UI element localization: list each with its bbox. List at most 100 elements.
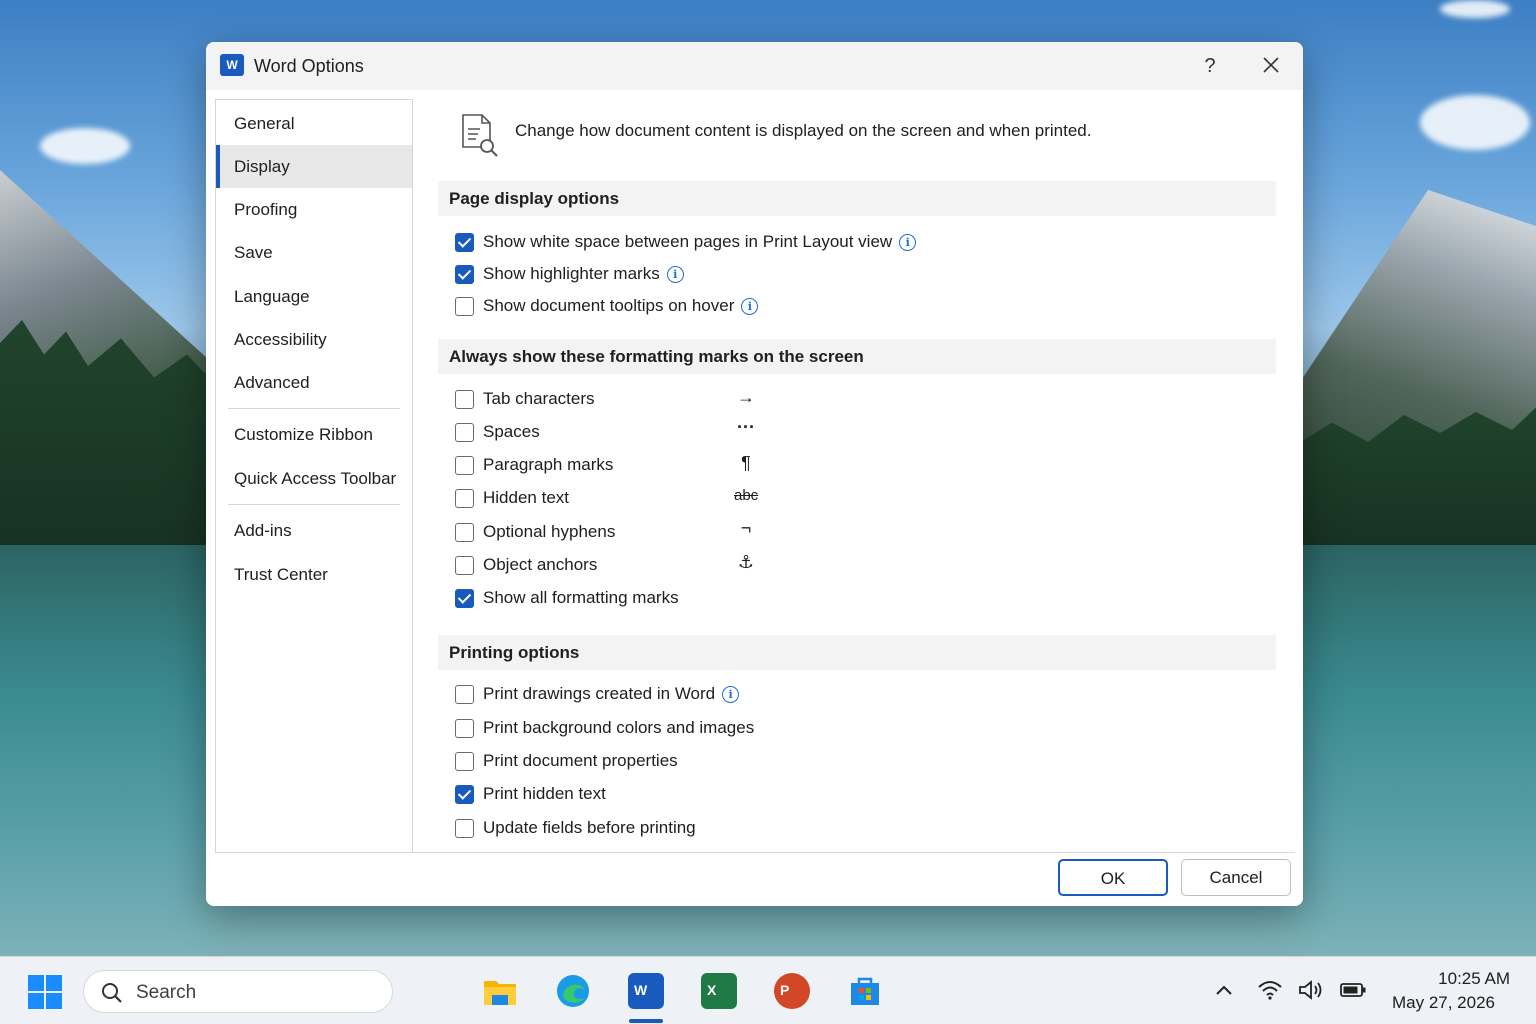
option-paragraph-marks[interactable]: Paragraph marks [455, 453, 613, 477]
store-taskbar-icon[interactable] [847, 973, 883, 1009]
pilcrow-icon: ¶ [741, 453, 751, 473]
close-button[interactable] [1256, 50, 1286, 80]
anchor-icon: ⚓ [737, 552, 755, 572]
checkbox[interactable] [455, 455, 474, 475]
option-label: Tab characters [483, 389, 595, 408]
windows-start-icon[interactable] [28, 975, 62, 1009]
nav-item-add-ins[interactable]: Add-ins [216, 509, 412, 552]
section-printing: Printing options [438, 635, 1276, 670]
option-optional-hyphens[interactable]: Optional hyphens [455, 520, 615, 544]
file-explorer-icon[interactable] [482, 973, 518, 1009]
option-object-anchors[interactable]: Object anchors [455, 553, 597, 577]
option-white-space[interactable]: Show white space between pages in Print … [455, 230, 917, 254]
option-print-drawings[interactable]: Print drawings created in Word i [455, 682, 740, 706]
option-highlighter-marks[interactable]: Show highlighter marks i [455, 262, 684, 286]
taskbar-search[interactable]: Search [83, 970, 393, 1013]
checkbox[interactable] [455, 718, 474, 738]
info-icon[interactable]: i [899, 233, 917, 251]
checkbox[interactable] [455, 232, 474, 252]
section-formatting-marks: Always show these formatting marks on th… [438, 339, 1276, 374]
option-label: Show white space between pages in Print … [483, 232, 893, 251]
option-label: Update fields before printing [483, 818, 696, 837]
info-icon[interactable]: i [741, 297, 759, 315]
option-print-hidden-text[interactable]: Print hidden text [455, 782, 606, 806]
option-label: Show highlighter marks [483, 264, 660, 283]
nav-item-general[interactable]: General [216, 102, 412, 145]
checkbox[interactable] [455, 296, 474, 316]
word-app-icon: W [220, 54, 244, 76]
nav-item-display[interactable]: Display [216, 145, 412, 188]
option-label: Print drawings created in Word [483, 684, 716, 703]
option-tab-characters[interactable]: Tab characters [455, 387, 595, 411]
checkbox[interactable] [455, 784, 474, 804]
options-nav: General Display Proofing Save Language A… [215, 99, 413, 853]
checkbox[interactable] [455, 555, 474, 575]
taskbar: Search W X P 10:25 AM May 27, 2026 [0, 956, 1536, 1024]
excel-taskbar-icon[interactable]: X [701, 973, 737, 1009]
hidden-text-icon: abc [734, 487, 759, 504]
section-page-display: Page display options [438, 181, 1276, 216]
option-label: Print hidden text [483, 784, 606, 803]
checkbox[interactable] [455, 522, 474, 542]
nav-item-customize-ribbon[interactable]: Customize Ribbon [216, 413, 412, 456]
search-icon [102, 983, 122, 1003]
nav-item-accessibility[interactable]: Accessibility [216, 318, 412, 361]
nav-divider [228, 504, 400, 505]
option-label: Hidden text [483, 488, 569, 507]
option-show-all-marks[interactable]: Show all formatting marks [455, 586, 679, 610]
option-print-properties[interactable]: Print document properties [455, 749, 678, 773]
nav-item-quick-access-toolbar[interactable]: Quick Access Toolbar [216, 457, 412, 500]
option-label: Show all formatting marks [483, 588, 679, 607]
volume-icon[interactable] [1297, 979, 1325, 1003]
active-app-indicator [629, 1019, 663, 1023]
checkbox[interactable] [455, 488, 474, 508]
close-icon [1263, 57, 1279, 73]
checkbox[interactable] [455, 818, 474, 838]
dialog-title: Word Options [254, 56, 364, 76]
nav-item-save[interactable]: Save [216, 231, 412, 274]
option-label: Optional hyphens [483, 522, 616, 541]
clock-date[interactable]: May 27, 2026 [1380, 993, 1495, 1013]
edge-browser-icon[interactable] [555, 973, 591, 1009]
option-update-fields[interactable]: Update fields before printing [455, 816, 696, 840]
option-hidden-text[interactable]: Hidden text [455, 486, 569, 510]
option-label: Spaces [483, 422, 540, 441]
nav-item-proofing[interactable]: Proofing [216, 188, 412, 231]
optional-hyphen-icon: ¬ [740, 518, 752, 538]
document-magnifier-icon [462, 114, 498, 157]
nav-item-language[interactable]: Language [216, 275, 412, 318]
help-button[interactable]: ? [1196, 52, 1224, 80]
nav-item-advanced[interactable]: Advanced [216, 361, 412, 404]
checkbox[interactable] [455, 389, 474, 409]
ok-button[interactable]: OK [1058, 859, 1168, 896]
battery-icon[interactable] [1339, 979, 1367, 1003]
nav-divider [228, 408, 400, 409]
info-icon[interactable]: i [722, 685, 740, 703]
tab-arrow-icon: → [737, 387, 755, 407]
dialog-titlebar: W Word Options ? [206, 42, 1303, 90]
checkbox[interactable] [455, 264, 474, 284]
checkbox[interactable] [455, 684, 474, 704]
checkbox[interactable] [455, 751, 474, 771]
space-dots-icon: ··· [737, 417, 755, 437]
wifi-icon[interactable] [1256, 979, 1284, 1003]
word-taskbar-icon[interactable]: W [628, 973, 664, 1009]
cancel-button[interactable]: Cancel [1181, 859, 1291, 896]
checkbox[interactable] [455, 588, 474, 608]
option-document-tooltips[interactable]: Show document tooltips on hover i [455, 294, 759, 318]
chevron-up-icon[interactable] [1210, 979, 1238, 1003]
powerpoint-taskbar-icon[interactable]: P [774, 973, 810, 1009]
nav-item-trust-center[interactable]: Trust Center [216, 553, 412, 596]
option-label: Print background colors and images [483, 718, 755, 737]
word-options-dialog: W Word Options ? General Display Proofin… [206, 42, 1303, 906]
option-label: Paragraph marks [483, 455, 614, 474]
option-print-background[interactable]: Print background colors and images [455, 716, 754, 740]
option-label: Object anchors [483, 555, 598, 574]
option-spaces[interactable]: Spaces [455, 420, 540, 444]
panel-description: Change how document content is displayed… [515, 121, 1092, 140]
footer-divider [215, 852, 1295, 853]
checkbox[interactable] [455, 422, 474, 442]
clock-time[interactable]: 10:25 AM [1400, 969, 1510, 989]
option-label: Show document tooltips on hover [483, 296, 735, 315]
info-icon[interactable]: i [666, 265, 684, 283]
